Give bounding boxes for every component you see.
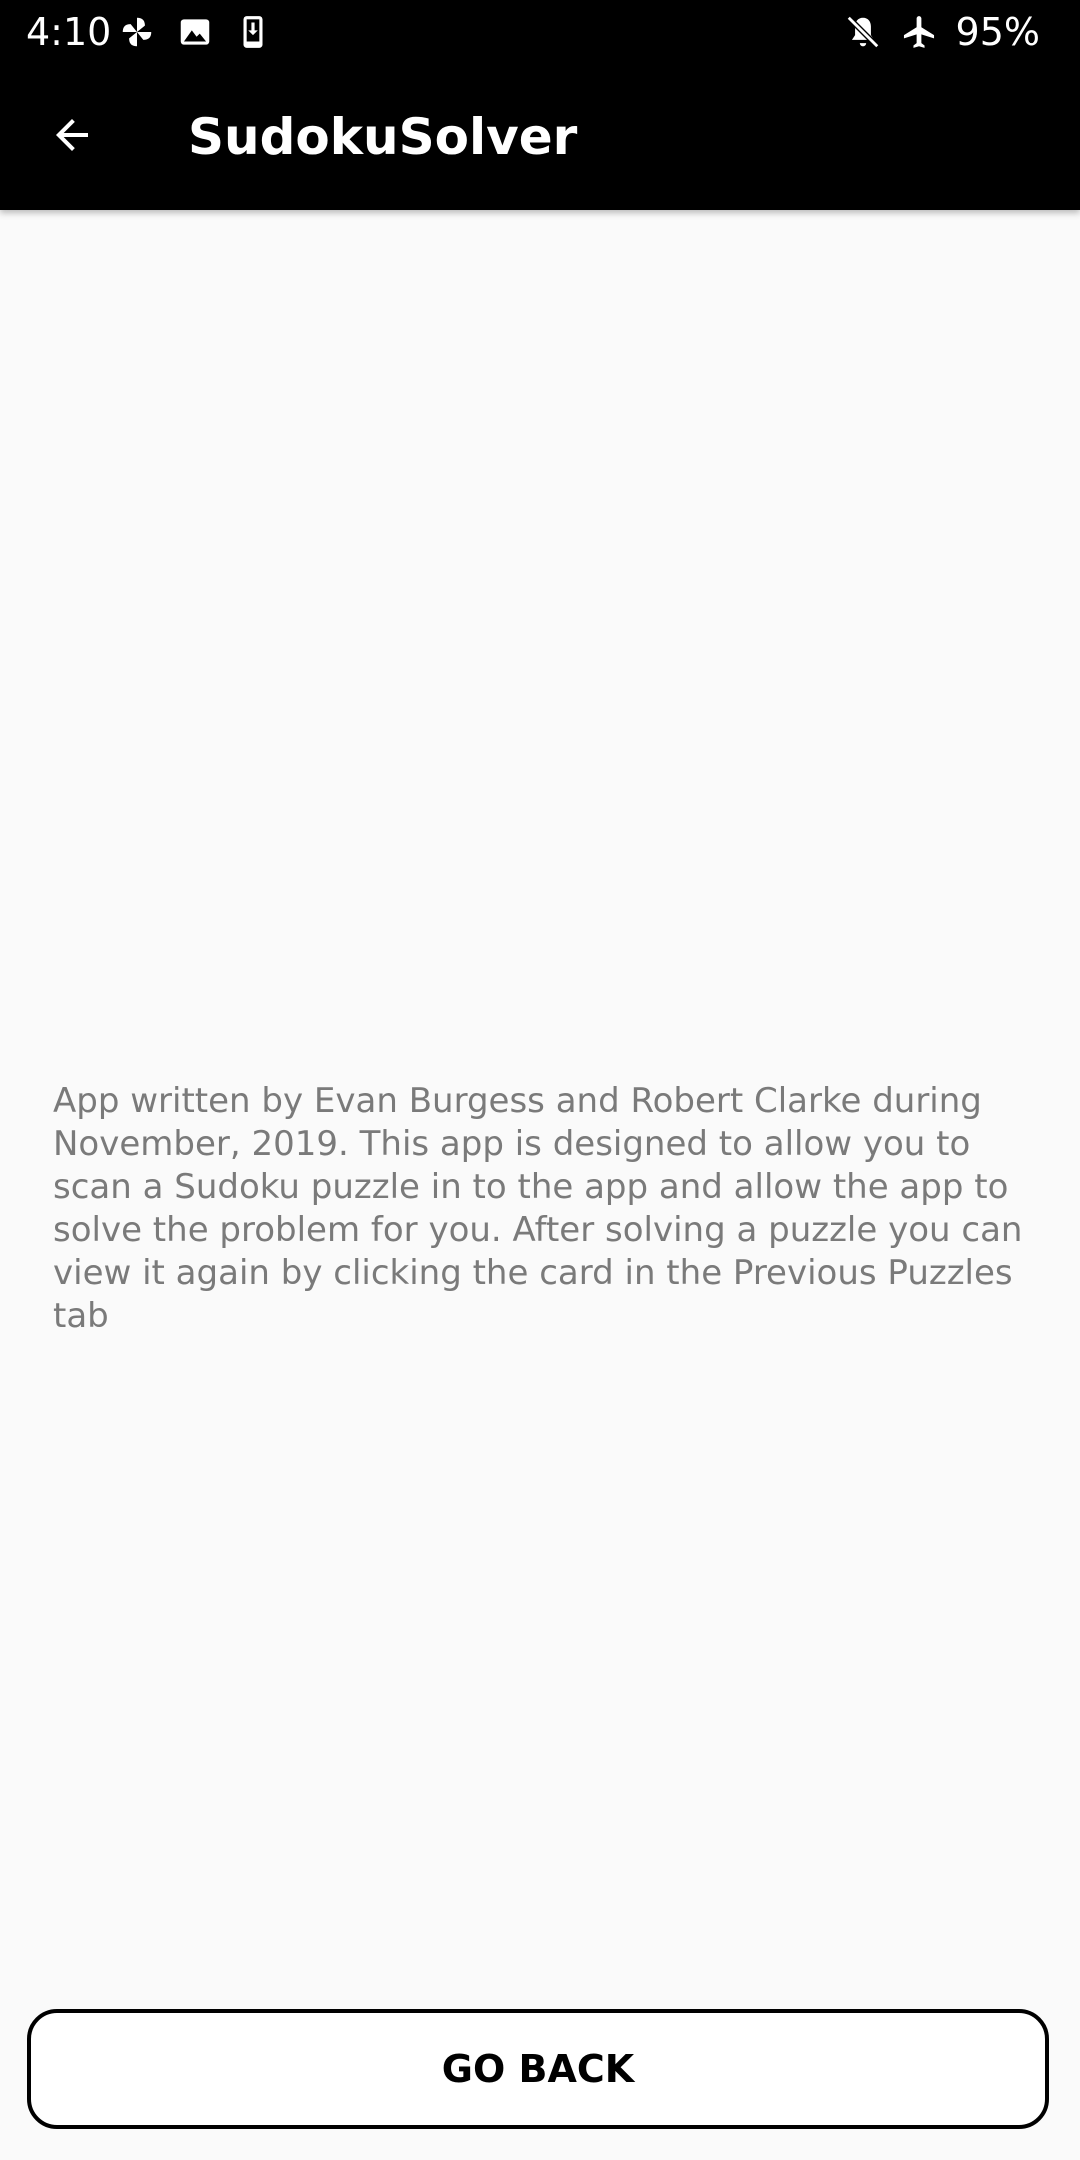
arrow-back-icon [48, 111, 96, 163]
status-notification-icons [118, 12, 272, 52]
status-time: 4:10 [26, 10, 112, 54]
notifications-off-icon [844, 13, 882, 51]
go-back-button[interactable]: GO BACK [27, 2009, 1049, 2129]
page-title: SudokuSolver [188, 108, 578, 166]
image-icon [176, 13, 214, 51]
airplane-mode-icon [900, 13, 938, 51]
status-bar: 4:10 95% [0, 0, 1080, 64]
about-description: App written by Evan Burgess and Robert C… [53, 1081, 1023, 1336]
status-system-icons: 95% [844, 10, 1040, 54]
go-back-label: GO BACK [441, 2047, 635, 2091]
download-icon [234, 13, 272, 51]
app-bar: SudokuSolver [0, 64, 1080, 210]
pinwheel-icon [118, 13, 156, 51]
back-button[interactable] [36, 101, 108, 173]
battery-percentage: 95% [955, 10, 1040, 54]
